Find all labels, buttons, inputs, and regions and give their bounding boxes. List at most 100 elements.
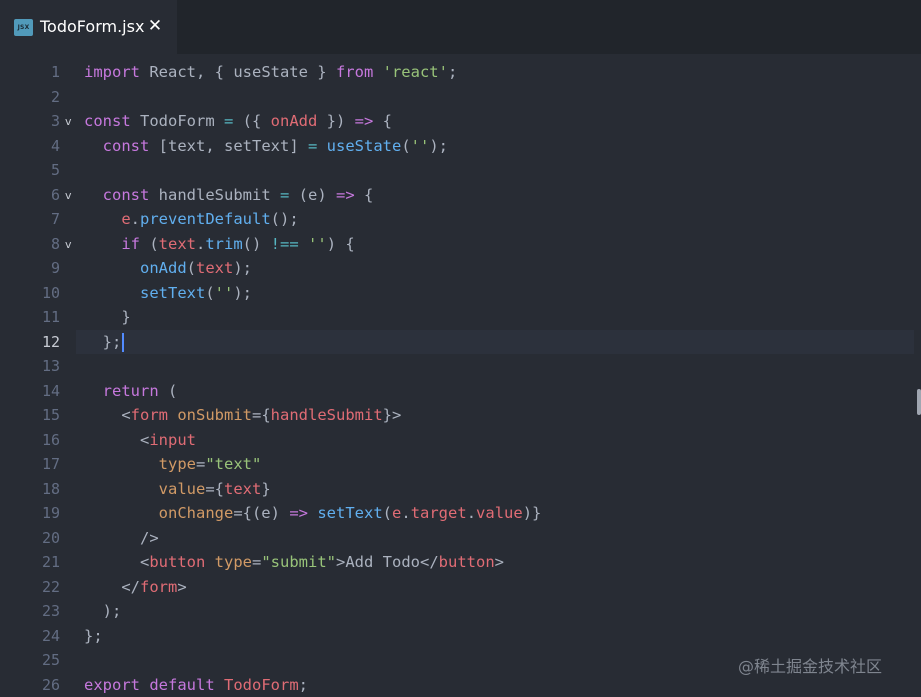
code-text: onAdd(text); [84, 256, 252, 281]
code-token: > [494, 553, 504, 571]
fold-chevron-icon[interactable]: v [65, 233, 72, 258]
code-line[interactable]: 8v if (text.trim() !== '') { [0, 232, 914, 257]
code-token: from [335, 63, 374, 81]
code-token: ); [429, 136, 449, 155]
code-token: '' [308, 234, 327, 253]
line-number: 12 [41, 332, 60, 351]
code-line[interactable]: 13 [0, 354, 914, 379]
code-token: useState [326, 136, 402, 155]
code-line[interactable]: 16 <input [0, 428, 914, 453]
active-line-highlight [76, 329, 914, 354]
code-token: = [307, 136, 318, 155]
code-line[interactable]: 22 </form> [0, 575, 914, 600]
code-token: value [158, 479, 206, 498]
code-line[interactable]: 23 ); [0, 599, 914, 624]
code-token: form [130, 406, 168, 424]
code-line[interactable]: 19 onChange={(e) => setText(e.target.val… [0, 501, 914, 526]
line-number: 24 [41, 626, 60, 645]
line-number: 5 [50, 161, 60, 179]
close-icon[interactable]: ✕ [147, 16, 163, 36]
code-token: = [195, 455, 206, 473]
code-area[interactable]: 1 import React, { useState } from 'react'… [0, 60, 914, 697]
code-token: e [392, 504, 402, 522]
code-token: React, { useState } [140, 63, 336, 81]
code-line[interactable]: 11 } [0, 305, 914, 330]
line-number: 14 [41, 381, 60, 400]
code-token: . [401, 504, 411, 522]
code-line[interactable]: 6v const handleSubmit = (e) => { [0, 183, 914, 208]
code-token: . [196, 234, 206, 253]
code-line[interactable]: 15 <form onSubmit={handleSubmit}> [0, 403, 914, 428]
code-line[interactable]: 5 [0, 158, 914, 183]
code-line[interactable]: 20 /> [0, 526, 914, 551]
code-text: const handleSubmit = (e) => { [84, 183, 374, 208]
code-token: button [149, 553, 206, 571]
code-editor: JSX TodoForm.jsx ✕ 1 import React, { useS… [0, 0, 921, 697]
code-line[interactable]: 12 }; [0, 329, 914, 354]
code-token: setText [140, 283, 206, 302]
code-token: ({ [233, 112, 271, 130]
tab-todoform-jsx[interactable]: JSX TodoForm.jsx ✕ [0, 0, 177, 54]
code-line[interactable]: 3 v const TodoForm = ({ onAdd }) => { [0, 109, 914, 134]
code-line[interactable]: 9 onAdd(text); [0, 256, 914, 281]
code-line[interactable]: 21 <button type="submit">Add Todo</butto… [0, 550, 914, 575]
code-line[interactable]: 18 value={text} [0, 477, 914, 502]
code-token: text [158, 234, 196, 253]
code-token: } [261, 479, 271, 498]
vertical-scrollbar-thumb[interactable] [917, 389, 921, 415]
line-number: 11 [41, 308, 60, 326]
code-token: ( [205, 283, 215, 302]
code-text: type="text" [84, 452, 262, 477]
code-token: > [177, 577, 187, 596]
code-token: < [84, 553, 150, 571]
code-token: default [149, 675, 215, 694]
code-line[interactable]: 24}; [0, 624, 914, 649]
code-token: const [102, 136, 150, 155]
fold-chevron-icon[interactable]: v [65, 110, 72, 135]
code-token: e [121, 210, 131, 228]
code-line[interactable]: 14 return ( [0, 379, 914, 404]
code-text: </form> [84, 575, 187, 600]
line-number: 19 [41, 504, 60, 522]
text-cursor [122, 332, 125, 352]
line-number: 3 [50, 112, 60, 130]
code-token: button [438, 553, 495, 571]
code-line[interactable]: 4 const [text, setText] = useState(''); [0, 134, 914, 159]
code-text: const [text, setText] = useState(''); [84, 134, 448, 159]
code-line[interactable]: 2 [0, 85, 914, 110]
code-text: if (text.trim() !== '') { [84, 232, 354, 257]
code-token: setText [317, 504, 383, 522]
code-token: preventDefault [140, 210, 271, 228]
code-line[interactable]: 1 import React, { useState } from 'react'… [0, 60, 914, 85]
code-token: < [84, 430, 150, 449]
code-token: const [84, 112, 131, 130]
code-text: ); [84, 599, 122, 624]
code-token: type [214, 553, 252, 571]
line-number: 2 [50, 87, 60, 106]
code-token: () [242, 234, 271, 253]
code-token: ); [233, 259, 253, 277]
code-text: return ( [84, 379, 178, 404]
code-token: /> [84, 528, 159, 547]
code-text: /> [84, 526, 159, 551]
code-text: setText(''); [84, 281, 252, 306]
code-token: { [354, 185, 374, 204]
code-text: <input [84, 428, 196, 453]
fold-chevron-icon[interactable]: v [65, 184, 72, 209]
code-line[interactable]: 10 setText(''); [0, 281, 914, 306]
line-number: 7 [50, 210, 60, 228]
code-token: => [354, 112, 374, 130]
code-token: onSubmit [177, 406, 252, 424]
code-token: trim [205, 234, 243, 253]
code-line[interactable]: 7 e.preventDefault(); [0, 207, 914, 232]
code-line[interactable]: 17 type="text" [0, 452, 914, 477]
code-token: onAdd [140, 259, 187, 277]
code-token: => [336, 185, 355, 204]
